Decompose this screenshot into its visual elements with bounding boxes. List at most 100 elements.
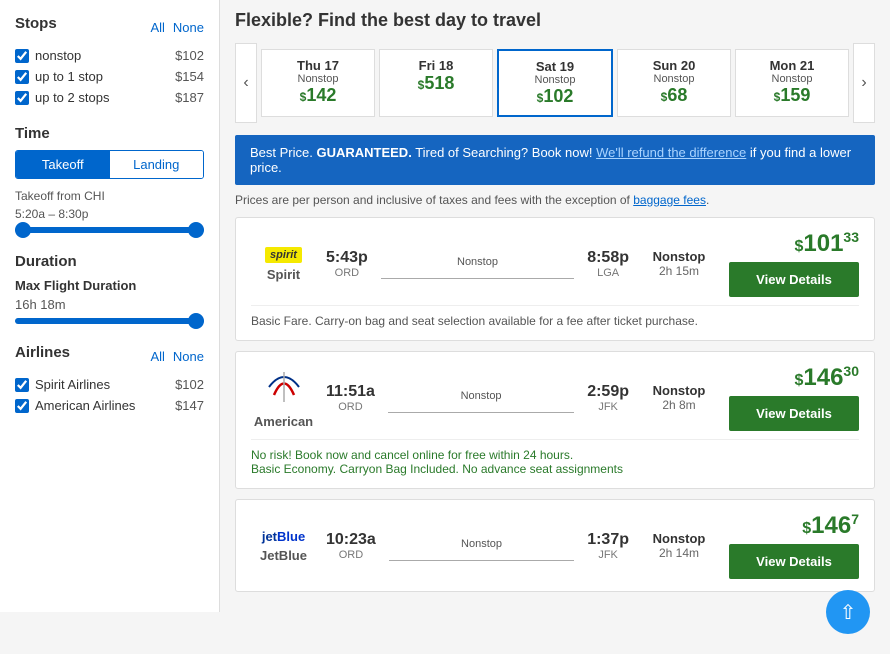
page-title: Flexible? Find the best day to travel (235, 10, 875, 31)
depart-time-0: 5:43p (326, 249, 368, 267)
next-day-arrow[interactable]: › (853, 43, 875, 123)
day-stop-2: Nonstop (505, 74, 605, 86)
airline-logo-area-1: American (251, 367, 316, 429)
nonstop-text-1: Nonstop (639, 383, 719, 398)
depart-airport-2: ORD (326, 549, 376, 561)
banner-refund-link[interactable]: We'll refund the difference (596, 145, 746, 160)
stop-option-row: nonstop $102 (15, 48, 204, 63)
banner-guaranteed: GUARANTEED. (316, 145, 411, 160)
banner-text-mid: Tired of Searching? Book now! (412, 145, 596, 160)
stop-checkbox-1[interactable] (15, 70, 29, 84)
takeoff-from-label: Takeoff from CHI (15, 189, 204, 203)
best-price-banner: Best Price. GUARANTEED. Tired of Searchi… (235, 135, 875, 185)
arrive-info-2: 1:37p JFK (587, 531, 629, 561)
info-text: Prices are per person and inclusive of t… (235, 193, 875, 207)
price-area-2: $1467 View Details (729, 512, 859, 579)
stop-option-row: up to 2 stops $187 (15, 90, 204, 105)
main-content: Flexible? Find the best day to travel ‹ … (220, 0, 890, 612)
stop-label-2: up to 2 stops (35, 90, 109, 105)
day-card-1[interactable]: Fri 18 $518 (379, 49, 493, 117)
time-title: Time (15, 125, 204, 142)
airlines-all-link[interactable]: All (150, 349, 164, 364)
flight-note-0: Basic Fare. Carry-on bag and seat select… (251, 305, 859, 328)
flight-line-0: Nonstop (376, 256, 579, 271)
duration-text-0: 2h 15m (639, 264, 719, 278)
takeoff-tab[interactable]: Takeoff (16, 151, 110, 178)
airlines-title: Airlines (15, 344, 70, 361)
flight-card-0: spirit Spirit 5:43p ORD Nonstop 8:58p LG… (235, 217, 875, 341)
nonstop-text-0: Nonstop (639, 249, 719, 264)
airline-logo-area-2: jetBlue JetBlue (251, 529, 316, 563)
view-details-button-1[interactable]: View Details (729, 396, 859, 431)
max-flight-value: 16h 18m (15, 297, 204, 312)
stop-label-1: up to 1 stop (35, 69, 103, 84)
arrive-airport-2: JFK (587, 549, 629, 561)
airline-name-1: American (251, 414, 316, 429)
day-name-4: Mon 21 (742, 58, 842, 73)
spirit-logo: spirit (265, 247, 302, 263)
airline-checkbox-1[interactable] (15, 399, 29, 413)
scroll-top-button[interactable]: ⇧ (826, 590, 870, 634)
nonstop-text-2: Nonstop (639, 531, 719, 546)
day-name-2: Sat 19 (505, 59, 605, 74)
depart-info-1: 11:51a ORD (326, 383, 375, 413)
duration-title: Duration (15, 253, 204, 270)
info-text-end: . (706, 193, 709, 207)
day-card-3[interactable]: Sun 20 Nonstop $68 (617, 49, 731, 117)
airline-logo-area-0: spirit Spirit (251, 246, 316, 282)
day-card-0[interactable]: Thu 17 Nonstop $142 (261, 49, 375, 117)
jetblue-logo: jetBlue (262, 529, 305, 544)
stops-none-link[interactable]: None (173, 20, 204, 35)
stop-option-row: up to 1 stop $154 (15, 69, 204, 84)
duration-section: Duration Max Flight Duration 16h 18m (15, 253, 204, 324)
flight-line-1: Nonstop (383, 390, 579, 405)
prev-day-arrow[interactable]: ‹ (235, 43, 257, 123)
day-card-2[interactable]: Sat 19 Nonstop $102 (497, 49, 613, 117)
view-details-button-0[interactable]: View Details (729, 262, 859, 297)
flight-line-2: Nonstop (384, 538, 579, 553)
flight-price-2: $1467 (729, 512, 859, 538)
landing-tab[interactable]: Landing (110, 151, 204, 178)
depart-info-0: 5:43p ORD (326, 249, 368, 279)
duration-area-0: Nonstop 2h 15m (639, 249, 719, 278)
nonstop-label-1: Nonstop (383, 390, 579, 402)
day-stop-4: Nonstop (742, 73, 842, 85)
flight-price-1: $14630 (729, 364, 859, 390)
price-area-1: $14630 View Details (729, 364, 859, 431)
stops-all-link[interactable]: All (150, 20, 164, 35)
duration-slider[interactable] (15, 318, 204, 324)
airline-price-1: $147 (175, 398, 204, 413)
nonstop-label-2: Nonstop (384, 538, 579, 550)
flight-card-1: American 11:51a ORD Nonstop 2:59p JFK No… (235, 351, 875, 489)
american-logo (264, 367, 304, 407)
baggage-fees-link[interactable]: baggage fees (633, 193, 706, 207)
arrive-time-2: 1:37p (587, 531, 629, 549)
day-card-4[interactable]: Mon 21 Nonstop $159 (735, 49, 849, 117)
depart-airport-1: ORD (326, 401, 375, 413)
stop-checkbox-0[interactable] (15, 49, 29, 63)
day-stop-3: Nonstop (624, 73, 724, 85)
stop-checkbox-2[interactable] (15, 91, 29, 105)
duration-text-1: 2h 8m (639, 398, 719, 412)
airline-checkbox-0[interactable] (15, 378, 29, 392)
airline-option-row: American Airlines $147 (15, 398, 204, 413)
duration-area-1: Nonstop 2h 8m (639, 383, 719, 412)
depart-time-2: 10:23a (326, 531, 376, 549)
arrive-airport-1: JFK (587, 401, 629, 413)
flight-times-1: 11:51a ORD Nonstop 2:59p JFK (326, 383, 629, 413)
day-price-3: $68 (624, 85, 724, 106)
flight-times-0: 5:43p ORD Nonstop 8:58p LGA (326, 249, 629, 279)
time-section: Time Takeoff Landing Takeoff from CHI 5:… (15, 125, 204, 233)
view-details-button-2[interactable]: View Details (729, 544, 859, 579)
max-flight-label: Max Flight Duration (15, 278, 204, 293)
arrive-time-0: 8:58p (587, 249, 629, 267)
stop-price-1: $154 (175, 69, 204, 84)
day-name-0: Thu 17 (268, 58, 368, 73)
airlines-none-link[interactable]: None (173, 349, 204, 364)
airline-price-0: $102 (175, 377, 204, 392)
day-stop-0: Nonstop (268, 73, 368, 85)
time-tab-group: Takeoff Landing (15, 150, 204, 179)
takeoff-slider[interactable] (15, 227, 204, 233)
sidebar: Stops All None nonstop $102 up to 1 stop… (0, 0, 220, 612)
flight-price-0: $10133 (729, 230, 859, 256)
